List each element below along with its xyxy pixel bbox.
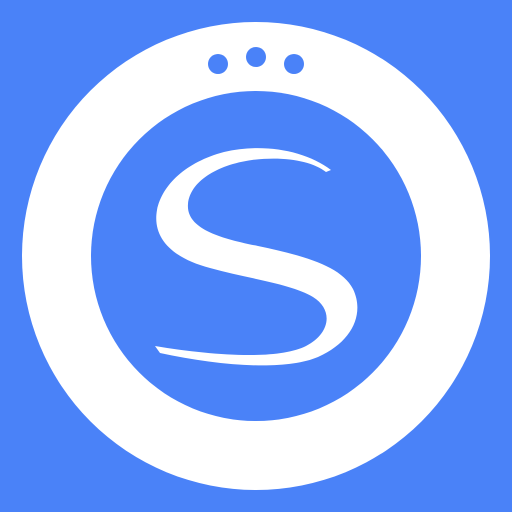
app-icon-graphic	[0, 0, 512, 512]
ring-dot-left	[208, 54, 228, 74]
app-icon[interactable]	[0, 0, 512, 512]
ring-dot-center	[246, 47, 266, 67]
ring-dot-right	[284, 54, 304, 74]
